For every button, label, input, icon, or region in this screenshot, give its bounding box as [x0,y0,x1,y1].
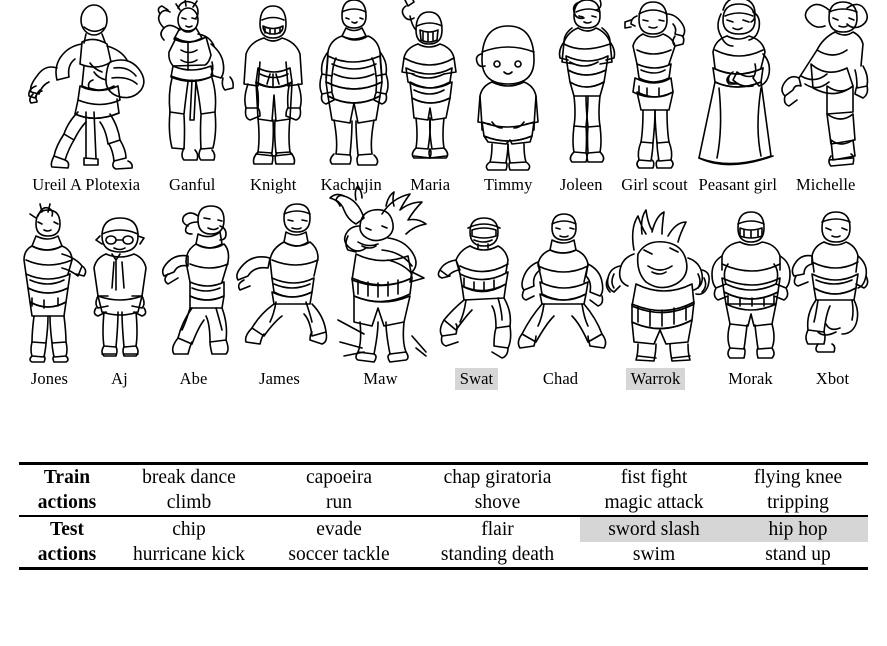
character-cell-girl-scout: Girl scout [616,0,693,196]
character-label: Chad [542,369,579,388]
table-row-train-bottom: actions climb run shove magic attack tri… [19,490,868,515]
test-action-chip: chip [172,519,206,540]
jones-figure [14,202,86,364]
character-cell-chad: Chad [517,212,606,390]
character-cell-kachujin: Kachujin [312,0,390,196]
train-action-run: run [326,492,352,513]
character-cell-maria: Maria [390,0,470,196]
character-label: Knight [250,175,297,194]
ganful-figure [150,0,235,170]
table-row-test-top: Test chip evade flair sword slash hip ho… [19,517,868,542]
character-cell-aj: Aj [86,214,154,390]
test-action-standing-death: standing death [440,544,555,565]
character-label: Swat [454,368,499,390]
test-action-sword-slash: sword slash [580,517,728,542]
test-action-hip-hop: hip hop [728,517,868,542]
train-head-line2: actions [37,492,97,513]
train-action-magic-attack: magic attack [604,492,704,513]
train-action-flying-knee: flying knee [753,467,843,488]
kachujin-figure [312,0,390,170]
character-label: Aj [111,369,128,388]
test-action-flair: flair [481,519,514,540]
character-label: Abe [179,369,208,388]
swat-figure [436,214,518,364]
character-cell-james: James [234,202,327,390]
train-action-chap-giratoria: chap giratoria [443,467,552,488]
test-action-swim: swim [632,544,676,565]
character-label: Xbot [815,369,850,388]
actions-table-grid-test: Test chip evade flair sword slash hip ho… [19,517,868,567]
character-label: Ganful [169,175,216,194]
character-label: Maw [363,369,398,388]
character-cell-knight: Knight [234,0,312,196]
character-cell-abe: Abe [154,202,234,390]
joleen-figure [546,0,616,170]
train-action-break-dance: break dance [142,467,236,488]
train-action-shove: shove [474,492,521,513]
test-action-evade: evade [316,519,362,540]
morak-figure [708,208,794,364]
xbot-figure [791,208,872,364]
james-figure [234,202,327,364]
test-action-soccer-tackle: soccer tackle [288,544,390,565]
character-row-1: Ureil A Plotexia Ganful Knight Kachujin … [0,0,887,196]
knight-figure [234,0,312,170]
actions-table-grid: Train break dance capoeira chap giratori… [19,465,868,515]
character-cell-warrok: Warrok [604,208,710,390]
train-head-line1: Train [43,467,91,488]
character-cell-ureil-a-plotexia: Ureil A Plotexia [22,0,150,196]
character-cell-swat: Swat [436,214,518,390]
timmy-figure [470,0,546,171]
train-action-climb: climb [166,492,212,513]
character-label: James [259,369,300,388]
character-label: Peasant girl [698,175,778,194]
ureil-a-plotexia-figure [22,0,150,170]
chad-figure [517,212,606,364]
character-cell-morak: Morak [708,208,794,390]
maria-figure [390,0,470,170]
train-action-capoeira: capoeira [305,467,373,488]
test-action-stand-up: stand up [765,544,831,565]
test-head-line2: actions [37,544,97,565]
aj-figure [86,214,154,364]
character-cell-joleen: Joleen [546,0,616,196]
character-cell-timmy: Timmy [470,0,546,196]
table-row-test-bottom: actions hurricane kick soccer tackle sta… [19,542,868,567]
character-label: Michelle [796,175,856,194]
character-label: Timmy [483,175,533,194]
test-head-line1: Test [50,519,84,540]
train-action-tripping: tripping [767,492,829,513]
character-cell-michelle: Michelle [780,0,869,196]
character-label: Warrok [625,368,686,390]
character-label: Joleen [559,175,603,194]
table-row-train-top: Train break dance capoeira chap giratori… [19,465,868,490]
character-label: Morak [728,369,773,388]
girl-scout-figure [619,0,689,170]
michelle-figure [780,0,869,170]
character-label: Jones [30,369,69,388]
character-cell-xbot: Xbot [791,208,872,390]
character-cell-ganful: Ganful [150,0,235,196]
character-cell-jones: Jones [14,202,86,390]
abe-figure [154,202,234,364]
figure-page: Ureil A Plotexia Ganful Knight Kachujin … [0,0,887,646]
maw-figure [326,184,436,364]
warrok-figure [604,208,710,364]
table-bottom-rule [19,567,868,570]
character-label: Ureil A Plotexia [32,175,141,194]
character-cell-peasant-girl: Peasant girl [693,0,783,196]
test-action-hurricane-kick: hurricane kick [132,544,246,565]
character-cell-maw: Maw [326,184,436,390]
train-action-fist-fight: fist fight [620,467,688,488]
character-label: Girl scout [621,175,688,194]
peasant-girl-figure [693,0,783,170]
actions-table: Train break dance capoeira chap giratori… [19,462,868,570]
character-row-2: Jones Aj Abe James Maw Swat Chad Warrok … [0,185,887,390]
